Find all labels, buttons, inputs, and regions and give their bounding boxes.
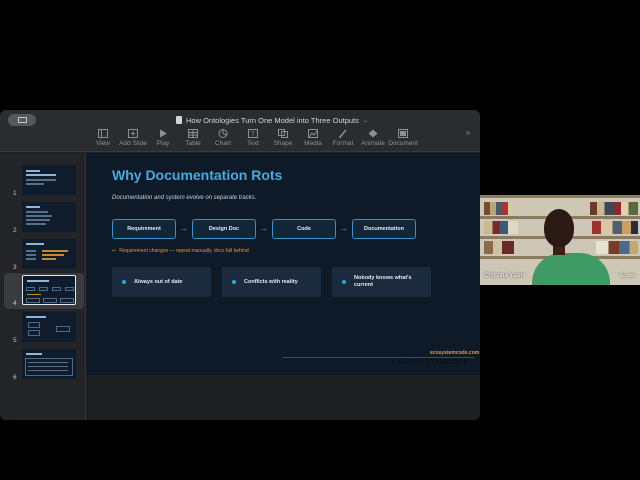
flow-step-design-doc[interactable]: Design Doc [192, 219, 256, 239]
slide-preview [22, 349, 76, 379]
problem-card-out-of-date[interactable]: Always out of date [112, 267, 211, 297]
shape-icon [277, 128, 289, 138]
animate-icon [367, 128, 379, 138]
sidebar-toggle-button[interactable] [8, 114, 36, 126]
slide-preview [22, 202, 76, 232]
webcam-brand-label: Ecosys [619, 273, 636, 279]
bullet-dot-icon [342, 280, 346, 284]
document-title[interactable]: How Ontologies Turn One Model into Three… [176, 113, 368, 127]
sidebar-icon [17, 117, 27, 123]
slide-navigator: 1 2 3 4 5 6 [0, 153, 86, 420]
document-file-icon [176, 116, 182, 124]
presenter-head [544, 209, 574, 247]
slide-preview [22, 165, 76, 195]
title-bar: How Ontologies Turn One Model into Three… [0, 110, 480, 152]
footer-watermark: ECOSYSTEMCODE [398, 359, 469, 366]
slide-title[interactable]: Why Documentation Rots [112, 167, 282, 183]
arrow-right-icon: → [180, 224, 188, 233]
slide-thumbnail-1[interactable]: 1 [0, 163, 85, 199]
chart-icon [217, 128, 229, 138]
webcam-overlay: Christina Yasini Ecosys [480, 195, 640, 285]
play-button[interactable]: Play [148, 126, 178, 152]
toolbar: View Add Slide Play Table Chart T Text S… [88, 126, 418, 152]
text-button[interactable]: T Text [238, 126, 268, 152]
table-button[interactable]: Table [178, 126, 208, 152]
document-icon [397, 128, 409, 138]
slide-thumbnail-4[interactable]: 4 [4, 273, 84, 309]
bullet-dot-icon [122, 280, 126, 284]
flow-step-documentation[interactable]: Documentation [352, 219, 416, 239]
media-button[interactable]: Media [298, 126, 328, 152]
slide-thumbnail-6[interactable]: 6 [0, 347, 85, 383]
slide-thumbnail-2[interactable]: 2 [0, 200, 85, 236]
arrow-right-icon: → [340, 224, 348, 233]
arrow-right-icon: → [260, 224, 268, 233]
slide-number: 3 [13, 264, 17, 271]
slide-number: 6 [13, 374, 17, 381]
slide-subtitle[interactable]: Documentation and system evolve on separ… [112, 195, 256, 201]
chart-button[interactable]: Chart [208, 126, 238, 152]
requirement-change-note[interactable]: ↩ Requirement changes — repeat manually,… [112, 248, 249, 254]
presenter-name-label: Christina Yasini [484, 273, 526, 279]
screen: How Ontologies Turn One Model into Three… [0, 0, 640, 480]
note-text: Requirement changes — repeat manually, d… [119, 248, 249, 254]
flow-step-requirement[interactable]: Requirement [112, 219, 176, 239]
slide-number: 2 [13, 227, 17, 234]
media-icon [307, 128, 319, 138]
animate-button[interactable]: Animate [358, 126, 388, 152]
view-icon [97, 128, 109, 138]
footer-url[interactable]: ecosystemcode.com [430, 350, 479, 356]
slide-thumbnail-5[interactable]: 5 [0, 310, 85, 346]
return-arrow-icon: ↩ [112, 248, 117, 254]
add-slide-icon [127, 128, 139, 138]
slide-number: 1 [13, 190, 17, 197]
slide-preview [22, 239, 76, 269]
keynote-window: How Ontologies Turn One Model into Three… [0, 110, 480, 420]
play-icon [157, 128, 169, 138]
shape-button[interactable]: Shape [268, 126, 298, 152]
current-slide[interactable]: Why Documentation Rots Documentation and… [86, 153, 480, 375]
problem-card-nobody-knows[interactable]: Nobody knows what's current [332, 267, 431, 297]
problem-card-conflicts[interactable]: Conflicts with reality [222, 267, 321, 297]
flow-step-code[interactable]: Code [272, 219, 336, 239]
slide-number: 5 [13, 337, 17, 344]
table-icon [187, 128, 199, 138]
slide-preview [22, 312, 76, 342]
text-icon: T [247, 128, 259, 138]
footer-divider [282, 357, 474, 358]
svg-text:T: T [251, 132, 255, 138]
format-button[interactable]: Format [328, 126, 358, 152]
view-button[interactable]: View [88, 126, 118, 152]
format-icon [337, 128, 349, 138]
add-slide-button[interactable]: Add Slide [118, 126, 148, 152]
chevron-down-icon: ⌄ [362, 117, 368, 124]
slide-number: 4 [13, 300, 17, 307]
slide-canvas[interactable]: Why Documentation Rots Documentation and… [86, 153, 480, 420]
document-button[interactable]: Document [388, 126, 418, 152]
bullet-dot-icon [232, 280, 236, 284]
slide-thumbnail-3[interactable]: 3 [0, 237, 85, 273]
slide-preview [22, 275, 76, 305]
toolbar-overflow-button[interactable]: » [466, 128, 470, 137]
document-title-text: How Ontologies Turn One Model into Three… [186, 115, 359, 125]
